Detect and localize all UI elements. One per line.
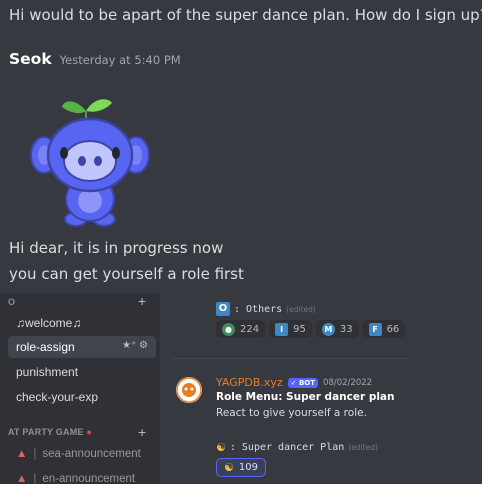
author-name[interactable]: Seok xyxy=(9,50,52,68)
dancers-emoji-icon: ☯ xyxy=(224,461,234,474)
bot-avatar[interactable] xyxy=(176,377,202,403)
bot-message-header: YAGPDB.xyz ✓ BOT 08/02/2022 xyxy=(216,376,372,389)
others-label: : Others xyxy=(234,303,283,315)
channel-label: ♫welcome♫ xyxy=(16,316,82,330)
edited-label: (edited) xyxy=(286,304,316,314)
reaction-row: ● 224 I 95 M 33 F 66 C xyxy=(216,320,409,338)
channel-label: role-assign xyxy=(16,340,75,354)
bot-message-date: 08/02/2022 xyxy=(323,377,373,388)
channel-sea-announcement[interactable]: ▲ | sea-announcement xyxy=(8,443,156,465)
reaction-m[interactable]: M 33 xyxy=(315,320,359,338)
dancers-emoji-icon: ☯ xyxy=(216,441,226,454)
pin-icon: ● xyxy=(86,427,92,437)
globe-icon: ● xyxy=(222,322,235,336)
reaction-super-dancer[interactable]: ☯ 109 xyxy=(216,458,266,477)
edited-label: (edited) xyxy=(348,443,378,452)
role-menu-title: Role Menu: Super dancer plan xyxy=(216,391,395,403)
channel-role-assign[interactable]: role-assign ★⁺ ⚙ xyxy=(8,336,156,358)
channel-welcome[interactable]: ♫welcome♫ xyxy=(8,312,156,334)
megaphone-icon: ▲ xyxy=(16,473,28,484)
reaction-globe[interactable]: ● 224 xyxy=(216,320,266,338)
wumpus-sticker xyxy=(30,99,150,227)
attached-screenshot[interactable]: O + ♫welcome♫ role-assign ★⁺ ⚙ punishmen… xyxy=(0,293,409,484)
message-divider xyxy=(172,358,409,359)
i-letter-icon: I xyxy=(275,322,289,336)
add-channel-icon: + xyxy=(138,424,147,440)
channel-punishment[interactable]: punishment xyxy=(8,361,156,383)
channel-label: punishment xyxy=(16,365,79,379)
category-header-top: O xyxy=(8,297,16,307)
f-letter-icon: F xyxy=(368,322,382,336)
channel-en-announcement[interactable]: ▲ | en-announcement xyxy=(8,468,156,484)
bot-badge: ✓ BOT xyxy=(287,377,319,388)
megaphone-icon: ▲ xyxy=(16,448,28,460)
reaction-f[interactable]: F 66 xyxy=(362,320,406,338)
chat-message-question: Hi would to be apart of the super dance … xyxy=(9,6,482,24)
chat-pane: O : Others (edited) ● 224 I 95 M 33 F 66… xyxy=(160,293,409,484)
bot-name[interactable]: YAGPDB.xyz xyxy=(216,376,283,389)
plan-label: : Super dancer Plan xyxy=(229,442,345,453)
channel-sidebar: O + ♫welcome♫ role-assign ★⁺ ⚙ punishmen… xyxy=(0,293,160,484)
chat-message-reply-2: you can get yourself a role first xyxy=(9,265,244,283)
message-header: Seok Yesterday at 5:40 PM xyxy=(9,50,181,68)
channel-check-your-exp[interactable]: check-your-exp xyxy=(8,386,156,408)
invite-settings-icon: ★⁺ ⚙ xyxy=(122,340,148,351)
role-menu-description: React to give yourself a role. xyxy=(216,407,367,419)
reaction-i[interactable]: I 95 xyxy=(269,320,312,338)
super-dancer-plan-line: ☯ : Super dancer Plan (edited) xyxy=(216,441,378,454)
add-channel-icon: + xyxy=(138,293,147,309)
m-letter-icon: M xyxy=(321,322,335,336)
category-header-party: AT PARTY GAME ● xyxy=(8,427,92,437)
o-letter-icon: O xyxy=(216,302,230,316)
yagpdb-logo-icon xyxy=(176,377,202,403)
message-timestamp: Yesterday at 5:40 PM xyxy=(59,53,181,67)
channel-label: check-your-exp xyxy=(16,390,99,404)
others-role-line: O : Others (edited) xyxy=(216,302,316,316)
chat-message-reply-1: Hi dear, it is in progress now xyxy=(9,239,224,257)
